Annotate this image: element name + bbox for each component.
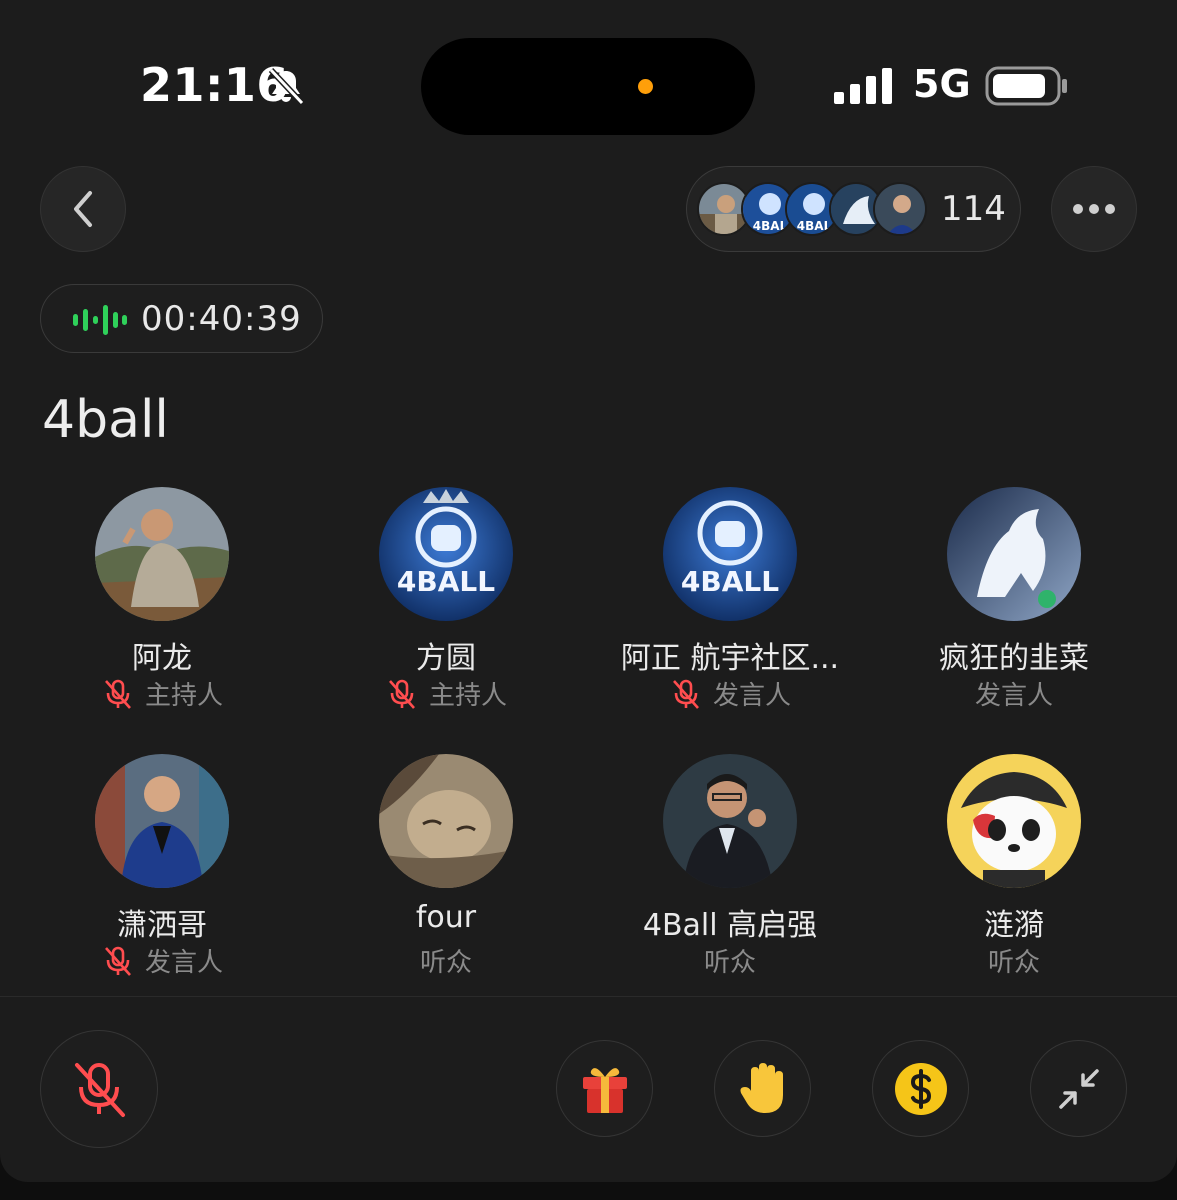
participant-name: four: [415, 900, 477, 935]
participant-name: 阿龙: [132, 641, 192, 676]
minimize-button[interactable]: [1030, 1040, 1127, 1137]
tip-button[interactable]: [872, 1040, 969, 1137]
participant-card[interactable]: 涟漪 听众: [872, 754, 1156, 994]
svg-text:4BAL: 4BAL: [753, 219, 788, 233]
ellipsis-icon: [1073, 204, 1115, 214]
window-bottom-edge: [0, 1182, 1177, 1200]
cellular-signal-icon: [834, 68, 892, 104]
participant-name: 4Ball 高启强: [642, 908, 818, 943]
bell-slash-icon: [268, 67, 305, 106]
participant-role: 主持人: [428, 681, 507, 711]
mic-muted-icon: [389, 679, 415, 709]
participant-role-row: 发言人: [20, 942, 304, 979]
svg-text:4BAL: 4BAL: [797, 219, 832, 233]
participant-avatar: [947, 754, 1081, 888]
gift-button[interactable]: [556, 1040, 653, 1137]
mic-muted-icon: [75, 1063, 125, 1117]
participant-avatar: 4BALL: [379, 487, 513, 621]
participant-role-row: 主持人: [304, 675, 588, 712]
participant-role-row: 听众: [588, 942, 872, 979]
participant-avatar: [379, 754, 513, 888]
bottom-divider: [0, 996, 1177, 997]
listener-avatar: [873, 182, 927, 236]
participant-avatar: [95, 487, 229, 621]
svg-text:4BALL: 4BALL: [397, 565, 495, 598]
room-title: 4ball: [42, 390, 169, 450]
dollar-coin-icon: [894, 1062, 947, 1115]
dynamic-island: [421, 38, 755, 135]
participant-name: 方圆: [416, 641, 476, 676]
participant-role-row: 主持人: [20, 675, 304, 712]
battery-icon: [985, 66, 1067, 106]
space-room-sheet: 21:16 5G 4BAL 4BAL 114 00:40:39 4ball 阿龙…: [0, 0, 1177, 1182]
participant-role: 听众: [703, 948, 756, 978]
raise-hand-button[interactable]: [714, 1040, 811, 1137]
participant-card[interactable]: 4BALL 阿正 航宇社区... 发言人: [588, 487, 872, 727]
participant-avatar: [95, 754, 229, 888]
more-options-button[interactable]: [1051, 166, 1137, 252]
elapsed-time: 00:40:39: [141, 299, 302, 339]
gift-icon: [582, 1067, 627, 1113]
participant-card[interactable]: 阿龙 主持人: [20, 487, 304, 727]
network-type: 5G: [913, 62, 971, 106]
participant-role: 听众: [987, 948, 1040, 978]
participant-card[interactable]: 潇洒哥 发言人: [20, 754, 304, 994]
participant-role: 听众: [419, 948, 472, 978]
participant-role-row: 听众: [872, 942, 1156, 979]
participant-card[interactable]: 疯狂的韭菜 发言人: [872, 487, 1156, 727]
participant-role: 发言人: [974, 681, 1053, 711]
elapsed-timer: 00:40:39: [40, 284, 323, 353]
mic-muted-icon: [105, 946, 131, 976]
svg-text:4BALL: 4BALL: [681, 565, 779, 598]
listener-count: 114: [941, 189, 1006, 229]
participant-name: 疯狂的韭菜: [939, 641, 1089, 676]
listeners-button[interactable]: 4BAL 4BAL 114: [686, 166, 1021, 252]
participant-avatar: [663, 754, 797, 888]
participant-role-row: 听众: [304, 942, 588, 979]
mic-in-use-indicator: [638, 79, 653, 94]
participant-card[interactable]: four 听众: [304, 754, 588, 994]
participant-avatar: 4BALL: [663, 487, 797, 621]
participant-role: 发言人: [144, 948, 223, 978]
participant-name: 潇洒哥: [117, 908, 207, 943]
minimize-icon: [1058, 1068, 1099, 1109]
back-button[interactable]: [40, 166, 126, 252]
participant-card[interactable]: 4Ball 高启强 听众: [588, 754, 872, 994]
mic-muted-icon: [673, 679, 699, 709]
microphone-toggle-button[interactable]: [40, 1030, 158, 1148]
participant-name: 阿正 航宇社区...: [620, 641, 840, 676]
participant-role: 发言人: [712, 681, 791, 711]
mic-muted-icon: [105, 679, 131, 709]
participant-avatar: [947, 487, 1081, 621]
audio-wave-icon: [73, 305, 127, 335]
raised-hand-icon: [740, 1062, 783, 1113]
participant-role: 主持人: [144, 681, 223, 711]
participant-role-row: 发言人: [588, 675, 872, 712]
chevron-left-icon: [74, 191, 92, 227]
participant-name: 涟漪: [984, 908, 1044, 943]
participant-card[interactable]: 4BALL 方圆 主持人: [304, 487, 588, 727]
participant-role-row: 发言人: [872, 675, 1156, 712]
